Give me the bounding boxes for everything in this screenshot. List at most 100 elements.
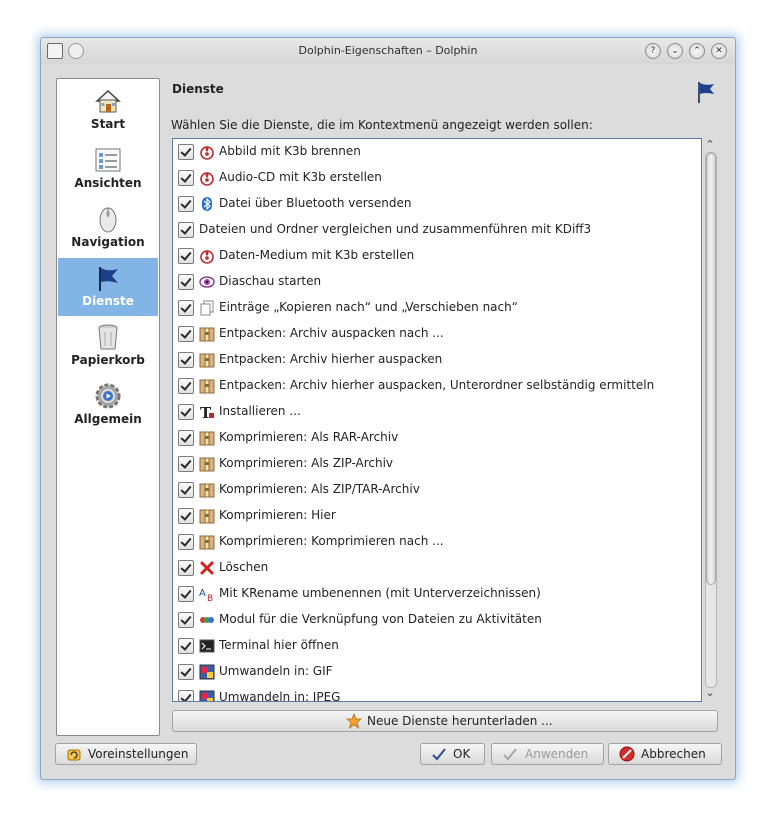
service-checkbox[interactable] (178, 560, 194, 576)
service-checkbox[interactable] (178, 612, 194, 628)
service-label: Komprimieren: Hier (219, 508, 336, 522)
close-button[interactable]: ✕ (711, 43, 727, 59)
service-row[interactable]: Terminal hier öffnen (173, 633, 701, 659)
service-checkbox[interactable] (178, 196, 194, 212)
service-label: Modul für die Verknüpfung von Dateien zu… (219, 612, 542, 626)
service-row[interactable]: Komprimieren: Komprimieren nach ... (173, 529, 701, 555)
service-row[interactable]: Komprimieren: Hier (173, 503, 701, 529)
service-checkbox[interactable] (178, 430, 194, 446)
download-services-button[interactable]: Neue Dienste herunterladen ... (172, 710, 718, 732)
archive-icon (199, 379, 215, 394)
service-checkbox[interactable] (178, 326, 194, 342)
service-row[interactable]: Entpacken: Archiv hierher auspacken, Unt… (173, 373, 701, 399)
service-row[interactable]: Dateien und Ordner vergleichen und zusam… (173, 217, 701, 243)
sidebar: Start Ansichten Navigation Dienste Papie… (56, 78, 160, 736)
service-row[interactable]: Daten-Medium mit K3b erstellen (173, 243, 701, 269)
service-label: Installieren ... (219, 404, 301, 418)
sidebar-item-ansichten[interactable]: Ansichten (58, 140, 158, 198)
sidebar-item-label: Allgemein (74, 412, 142, 426)
image-icon (199, 690, 215, 701)
service-checkbox[interactable] (178, 248, 194, 264)
sidebar-item-label: Navigation (71, 235, 145, 249)
service-row[interactable]: A B Mit KRename umbenennen (mit Unterverze… (173, 581, 701, 607)
sidebar-item-allgemein[interactable]: Allgemein (58, 376, 158, 434)
service-checkbox[interactable] (178, 664, 194, 680)
archive-icon (199, 327, 215, 342)
service-checkbox[interactable] (178, 378, 194, 394)
k3b-icon (200, 146, 214, 160)
service-label: Umwandeln in: GIF (219, 664, 333, 678)
svg-text:B: B (207, 594, 213, 602)
service-checkbox[interactable] (178, 404, 194, 420)
gear-icon (95, 383, 121, 409)
service-label: Einträge „Kopieren nach“ und „Verschiebe… (219, 300, 518, 314)
service-label: Entpacken: Archiv auspacken nach ... (219, 326, 444, 340)
service-checkbox[interactable] (178, 482, 194, 498)
apply-label: Anwenden (525, 747, 589, 761)
cancel-button[interactable]: Abbrechen (608, 743, 722, 765)
service-row[interactable]: Komprimieren: Als ZIP/TAR-Archiv (173, 477, 701, 503)
copy-icon (200, 300, 214, 316)
defaults-button[interactable]: Voreinstellungen (55, 743, 197, 765)
service-row[interactable]: T Installieren ... (173, 399, 701, 425)
minimize-button[interactable]: ⌄ (667, 43, 683, 59)
service-checkbox[interactable] (178, 352, 194, 368)
help-button[interactable]: ? (645, 43, 661, 59)
service-checkbox[interactable] (178, 638, 194, 654)
chevron-down-icon[interactable]: ⌄ (703, 686, 717, 700)
chevron-up-icon[interactable]: ⌃ (703, 138, 717, 152)
service-checkbox[interactable] (178, 274, 194, 290)
service-label: Audio-CD mit K3b erstellen (219, 170, 382, 184)
service-label: Datei über Bluetooth versenden (219, 196, 412, 210)
service-row[interactable]: Komprimieren: Als RAR-Archiv (173, 425, 701, 451)
image-icon (199, 664, 215, 680)
service-row[interactable]: Einträge „Kopieren nach“ und „Verschiebe… (173, 295, 701, 321)
service-row[interactable]: Löschen (173, 555, 701, 581)
service-row[interactable]: Abbild mit K3b brennen (173, 139, 701, 165)
service-row[interactable]: Umwandeln in: JPEG (173, 685, 701, 701)
service-checkbox[interactable] (178, 534, 194, 550)
archive-icon (199, 431, 215, 446)
service-checkbox[interactable] (178, 222, 194, 238)
service-checkbox[interactable] (178, 690, 194, 701)
service-checkbox[interactable] (178, 300, 194, 316)
titlebar: Dolphin-Eigenschaften – Dolphin ? ⌄ ⌃ ✕ (41, 38, 735, 64)
service-row[interactable]: Komprimieren: Als ZIP-Archiv (173, 451, 701, 477)
service-label: Entpacken: Archiv hierher auspacken (219, 352, 443, 366)
k3b-icon (200, 172, 214, 186)
maximize-button[interactable]: ⌃ (689, 43, 705, 59)
cancel-icon (619, 746, 635, 762)
service-row[interactable]: Datei über Bluetooth versenden (173, 191, 701, 217)
service-row[interactable]: Modul für die Verknüpfung von Dateien zu… (173, 607, 701, 633)
star-icon (346, 713, 362, 729)
services-scrollbar[interactable]: ⌃ ⌄ (703, 138, 717, 700)
service-label: Daten-Medium mit K3b erstellen (219, 248, 415, 262)
service-checkbox[interactable] (178, 508, 194, 524)
defaults-label: Voreinstellungen (88, 747, 189, 761)
service-checkbox[interactable] (178, 456, 194, 472)
service-row[interactable]: Entpacken: Archiv hierher auspacken (173, 347, 701, 373)
sidebar-item-start[interactable]: Start (58, 81, 158, 139)
ok-button[interactable]: OK (420, 743, 485, 765)
activities-icon (200, 617, 214, 623)
service-checkbox[interactable] (178, 144, 194, 160)
scrollbar-thumb[interactable] (706, 153, 716, 585)
svg-text:A: A (199, 588, 206, 599)
service-label: Löschen (219, 560, 269, 574)
sidebar-item-papierkorb[interactable]: Papierkorb (58, 317, 158, 375)
apply-button[interactable]: Anwenden (491, 743, 604, 765)
service-checkbox[interactable] (178, 586, 194, 602)
services-list[interactable]: Abbild mit K3b brennen Audio-CD mit K3b e… (172, 138, 702, 702)
service-row[interactable]: Audio-CD mit K3b erstellen (173, 165, 701, 191)
reset-icon (67, 749, 81, 761)
service-row[interactable]: Umwandeln in: GIF (173, 659, 701, 685)
view-icon (95, 148, 121, 172)
scrollbar-track[interactable] (705, 152, 717, 688)
service-label: Komprimieren: Als ZIP/TAR-Archiv (219, 482, 420, 496)
bluetooth-icon (202, 197, 212, 211)
service-row[interactable]: Entpacken: Archiv auspacken nach ... (173, 321, 701, 347)
sidebar-item-dienste[interactable]: Dienste (58, 258, 158, 316)
service-checkbox[interactable] (178, 170, 194, 186)
sidebar-item-navigation[interactable]: Navigation (58, 199, 158, 257)
service-row[interactable]: Diaschau starten (173, 269, 701, 295)
